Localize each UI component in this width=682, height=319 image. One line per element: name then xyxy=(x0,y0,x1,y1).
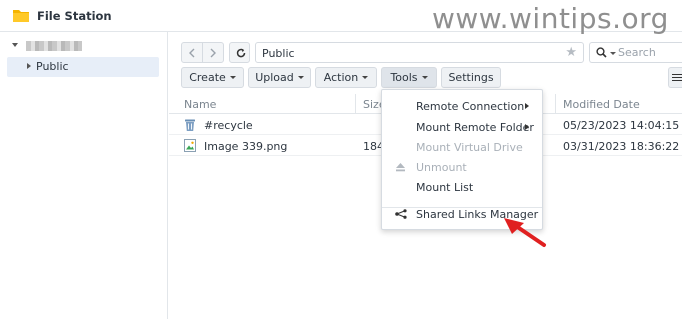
column-header-name[interactable]: Name xyxy=(184,98,216,111)
column-divider[interactable] xyxy=(355,94,356,114)
action-button[interactable]: Action xyxy=(315,67,377,88)
trash-icon xyxy=(185,119,195,131)
file-name[interactable]: #recycle xyxy=(204,119,253,132)
refresh-icon xyxy=(236,48,246,58)
eject-icon xyxy=(396,163,405,172)
submenu-arrow-icon xyxy=(525,103,529,109)
tools-label: Tools xyxy=(390,71,418,84)
sidebar-item-public[interactable]: Public xyxy=(7,57,159,77)
back-button[interactable] xyxy=(181,42,203,63)
search-input[interactable] xyxy=(618,46,678,59)
blurred-server-name xyxy=(26,41,82,51)
share-icon xyxy=(395,209,407,219)
create-label: Create xyxy=(189,71,226,84)
chevron-down-icon[interactable] xyxy=(610,52,616,55)
chevron-left-icon xyxy=(189,48,195,58)
settings-button[interactable]: Settings xyxy=(441,67,501,88)
search-box[interactable] xyxy=(589,42,682,63)
path-bar[interactable]: Public ★ xyxy=(255,42,584,63)
menu-item-mount-virtual-drive: Mount Virtual Drive xyxy=(382,137,542,157)
menu-item-label: Unmount xyxy=(416,161,467,174)
menu-item-mount-remote-folder[interactable]: Mount Remote Folder xyxy=(382,117,542,137)
file-modified: 03/31/2023 18:36:22 xyxy=(563,140,680,153)
tree-root-server[interactable] xyxy=(12,40,162,54)
folder-app-icon xyxy=(13,10,29,22)
column-divider[interactable] xyxy=(555,94,556,114)
chevron-right-icon xyxy=(210,48,216,58)
refresh-button[interactable] xyxy=(229,42,250,63)
star-icon[interactable]: ★ xyxy=(565,45,577,60)
menu-item-label: Mount List xyxy=(416,181,474,194)
file-modified: 05/23/2023 14:04:15 xyxy=(563,119,680,132)
upload-button[interactable]: Upload xyxy=(248,67,311,88)
image-file-icon xyxy=(184,139,196,152)
submenu-arrow-icon xyxy=(525,124,529,130)
menu-item-label: Mount Virtual Drive xyxy=(416,141,523,154)
chevron-down-icon xyxy=(297,76,304,79)
chevron-down-icon xyxy=(229,76,236,79)
window-title: File Station xyxy=(37,9,112,23)
search-icon xyxy=(596,47,607,58)
menu-item-unmount: Unmount xyxy=(382,157,542,177)
tools-button[interactable]: Tools xyxy=(381,67,437,88)
menu-item-remote-connection[interactable]: Remote Connection xyxy=(382,96,542,116)
chevron-down-icon[interactable] xyxy=(12,43,18,47)
tools-dropdown-menu: Remote Connection Mount Remote Folder Mo… xyxy=(381,89,543,230)
annotation-arrow-icon xyxy=(504,218,546,247)
settings-label: Settings xyxy=(448,71,494,84)
menu-item-label: Mount Remote Folder xyxy=(416,121,534,134)
action-label: Action xyxy=(323,71,359,84)
sidebar: Public xyxy=(0,32,168,319)
watermark-text: www.wintips.org xyxy=(432,2,669,35)
file-name[interactable]: Image 339.png xyxy=(204,140,287,153)
chevron-down-icon xyxy=(362,76,369,79)
menu-item-mount-list[interactable]: Mount List xyxy=(382,177,542,197)
column-header-modified[interactable]: Modified Date xyxy=(563,98,640,111)
sidebar-item-label: Public xyxy=(36,60,69,73)
view-mode-button[interactable] xyxy=(668,67,682,88)
title-bar: File Station www.wintips.org xyxy=(0,0,682,35)
upload-label: Upload xyxy=(255,71,294,84)
forward-button[interactable] xyxy=(202,42,224,63)
chevron-down-icon xyxy=(421,76,428,79)
path-text: Public xyxy=(262,47,295,60)
menu-item-label: Remote Connection xyxy=(416,100,525,113)
create-button[interactable]: Create xyxy=(181,67,244,88)
chevron-right-icon[interactable] xyxy=(27,63,31,69)
